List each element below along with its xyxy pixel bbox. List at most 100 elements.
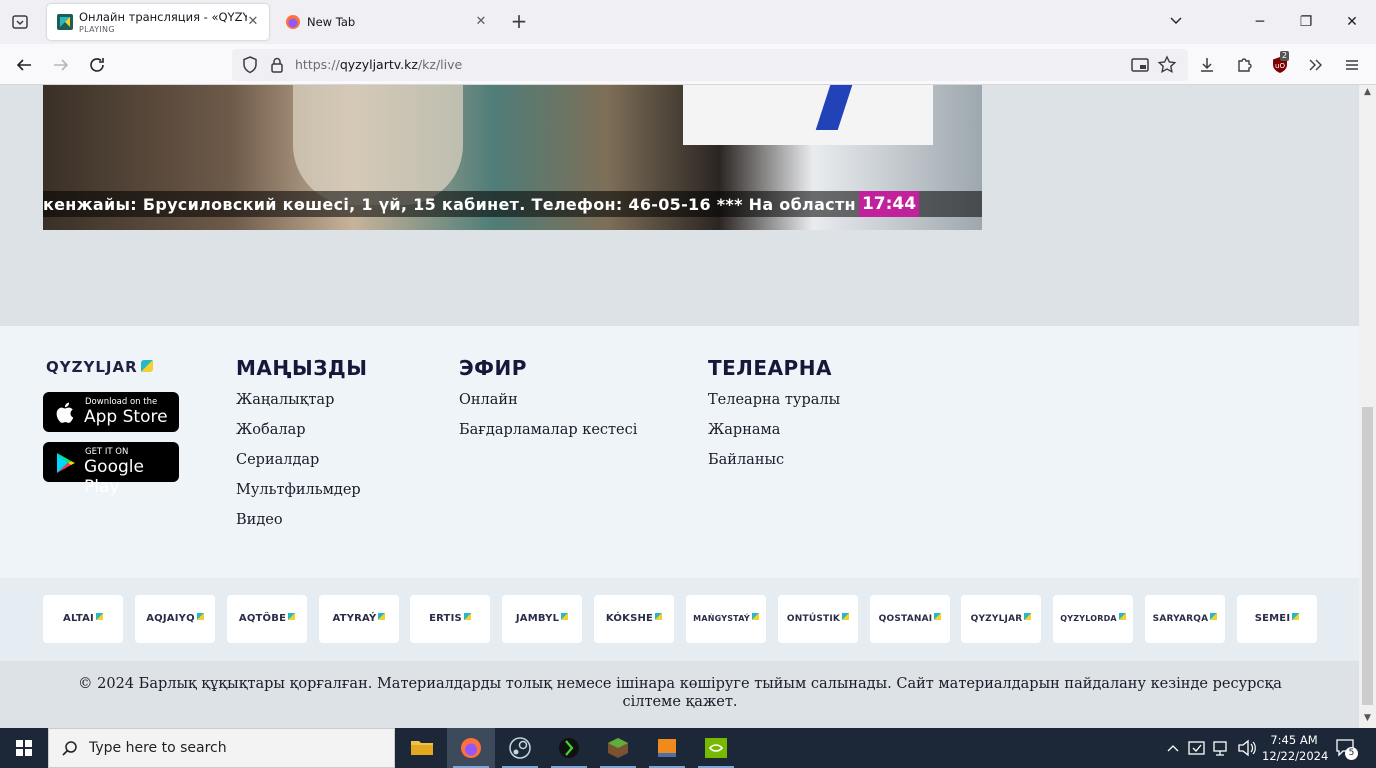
forward-arrow-icon[interactable] xyxy=(49,53,73,77)
taskbar-clock[interactable]: 7:45 AM 12/22/2024 xyxy=(1262,732,1329,764)
steam-icon[interactable] xyxy=(496,728,544,768)
hamburger-menu-icon[interactable] xyxy=(1340,53,1364,77)
channel-logo-aqjaiyq[interactable]: AQJAIYQ xyxy=(135,595,215,643)
channel-logo-kokshe[interactable]: KÓKSHE xyxy=(594,595,674,643)
extensions-puzzle-icon[interactable] xyxy=(1232,53,1256,77)
footer-column-title-broadcast: ЭФИР xyxy=(459,356,527,380)
picture-in-picture-icon[interactable] xyxy=(1128,53,1152,77)
orange-app-icon[interactable] xyxy=(643,728,691,768)
footer-link-series[interactable]: Сериалдар xyxy=(236,452,319,468)
qyzyljar-logo[interactable]: QYZYLJAR xyxy=(46,358,153,376)
bookmark-star-icon[interactable] xyxy=(1155,53,1179,77)
taskbar-search-box[interactable]: Type here to search xyxy=(48,728,395,768)
extension-badge: 2 xyxy=(1280,51,1290,61)
footer-link-online[interactable]: Онлайн xyxy=(459,392,518,408)
ublock-shield-icon[interactable]: uO 2 xyxy=(1268,51,1292,77)
footer-link-schedule[interactable]: Бағдарламалар кестесі xyxy=(459,422,637,438)
search-icon xyxy=(62,741,77,756)
svg-text:uO: uO xyxy=(1275,62,1285,70)
app-store-button[interactable]: Download on the App Store xyxy=(43,392,179,432)
notification-count-badge: 5 xyxy=(1345,747,1358,760)
logo-mark-icon xyxy=(140,360,153,372)
file-explorer-icon[interactable] xyxy=(398,728,446,768)
tab-title: New Tab xyxy=(307,15,356,29)
channel-logo-aqtobe[interactable]: AQTÖBE xyxy=(227,595,307,643)
channel-logo-jambyl[interactable]: JAMBYL xyxy=(502,595,582,643)
url-text: https://qyzyljartv.kz/kz/live xyxy=(295,57,463,72)
footer-link-contacts[interactable]: Байланыс xyxy=(708,452,784,468)
nvidia-icon[interactable] xyxy=(692,728,740,768)
google-play-small-text: GET IT ON xyxy=(85,447,129,457)
tab-live-stream[interactable]: Онлайн трансляция - «QYZYL PLAYING ✕ xyxy=(47,4,269,40)
notification-center-icon[interactable]: 5 xyxy=(1333,728,1359,768)
qyzyljar-favicon-icon xyxy=(57,14,73,30)
reload-icon[interactable] xyxy=(85,53,109,77)
news-ticker: кенжайы: Брусиловский көшесі, 1 үй, 15 к… xyxy=(43,191,982,217)
footer-column-title-channel: ТЕЛЕАРНА xyxy=(708,356,832,380)
channel-logo-ontustik[interactable]: ONTÚSTIK xyxy=(778,595,858,643)
scrollbar-thumb[interactable] xyxy=(1362,407,1373,705)
minecraft-icon[interactable] xyxy=(594,728,642,768)
channel-logo-saryarqa[interactable]: SARYARQA xyxy=(1145,595,1225,643)
google-play-icon xyxy=(57,453,75,473)
channel-logo-qyzyljar[interactable]: QYZYLJAR xyxy=(961,595,1041,643)
restore-icon[interactable]: ❐ xyxy=(1296,12,1316,32)
downloads-icon[interactable] xyxy=(1195,53,1219,77)
search-placeholder: Type here to search xyxy=(89,740,227,756)
footer-link-news[interactable]: Жаңалықтар xyxy=(236,392,334,408)
channel-logo-ertis[interactable]: ERTIS xyxy=(410,595,490,643)
footer-column-title-important: МАҢЫЗДЫ xyxy=(236,356,368,380)
volume-icon[interactable] xyxy=(1236,728,1258,768)
channel-logo-semei[interactable]: SEMEI xyxy=(1237,595,1317,643)
back-arrow-icon[interactable] xyxy=(12,53,36,77)
live-video-player[interactable]: кенжайы: Брусиловский көшесі, 1 үй, 15 к… xyxy=(43,85,982,230)
razer-app-icon[interactable] xyxy=(545,728,593,768)
channel-logo-atyray[interactable]: ATYRAÝ xyxy=(319,595,399,643)
scroll-up-arrow-icon[interactable]: ▲ xyxy=(1362,87,1373,98)
clock-date: 12/22/2024 xyxy=(1262,749,1329,763)
footer-link-cartoons[interactable]: Мультфильмдер xyxy=(236,482,361,498)
clock-time: 7:45 AM xyxy=(1270,733,1318,747)
regional-channels-strip: ALTAI AQJAIYQ AQTÖBE ATYRAÝ ERTIS JAMBYL… xyxy=(0,578,1359,661)
close-tab-icon[interactable]: ✕ xyxy=(245,14,261,30)
tray-app-icon[interactable] xyxy=(1186,728,1208,768)
footer-link-about[interactable]: Телеарна туралы xyxy=(708,392,840,408)
apple-icon xyxy=(56,402,74,423)
channel-logo-qostanai[interactable]: QOSTANAI xyxy=(870,595,950,643)
channel-logo-qyzylorda[interactable]: QYZYLORDA xyxy=(1053,595,1133,643)
windows-start-icon[interactable] xyxy=(0,728,48,768)
tab-title: Онлайн трансляция - «QYZYL xyxy=(79,10,247,24)
channel-logo-altai[interactable]: ALTAI xyxy=(43,595,123,643)
app-store-small-text: Download on the xyxy=(85,397,158,407)
footer-link-video[interactable]: Видео xyxy=(236,512,283,528)
tracking-protection-shield-icon[interactable] xyxy=(238,53,262,77)
channel-logo-mangystau[interactable]: MAŃGYSTAÝ xyxy=(686,595,766,643)
windows-taskbar: Type here to search 7:45 AM 12/22/2024 5 xyxy=(0,728,1376,768)
ticker-text: кенжайы: Брусиловский көшесі, 1 үй, 15 к… xyxy=(43,195,856,214)
broadcast-clock: 17:44 xyxy=(859,191,919,217)
list-all-tabs-chevron-icon[interactable] xyxy=(1166,12,1186,32)
tab-new-tab[interactable]: New Tab ✕ xyxy=(275,4,497,40)
close-tab-icon[interactable]: ✕ xyxy=(473,14,489,30)
site-footer: QYZYLJAR Download on the App Store GET I… xyxy=(0,326,1359,578)
google-play-big-text: Google Play xyxy=(84,457,144,497)
minimize-icon[interactable]: ─ xyxy=(1250,12,1270,32)
padlock-icon[interactable] xyxy=(265,53,289,77)
more-tools-chevrons-icon[interactable] xyxy=(1304,53,1328,77)
scroll-down-arrow-icon[interactable]: ▼ xyxy=(1362,713,1373,724)
app-store-big-text: App Store xyxy=(84,407,168,427)
tab-list-icon[interactable] xyxy=(8,10,32,34)
close-window-icon[interactable]: ✕ xyxy=(1342,12,1362,32)
google-play-button[interactable]: GET IT ON Google Play xyxy=(43,442,179,497)
footer-link-advertising[interactable]: Жарнама xyxy=(708,422,780,438)
show-hidden-icons-chevron-icon[interactable] xyxy=(1164,728,1182,768)
page-scrollbar[interactable]: ▲ ▼ xyxy=(1359,85,1376,728)
navigation-bar: https://qyzyljartv.kz/kz/live uO 2 xyxy=(0,44,1376,85)
new-tab-plus-icon[interactable]: + xyxy=(508,11,530,33)
firefox-taskbar-icon[interactable] xyxy=(447,728,495,768)
address-bar[interactable]: https://qyzyljartv.kz/kz/live xyxy=(232,49,1188,81)
network-icon[interactable] xyxy=(1211,728,1233,768)
footer-link-projects[interactable]: Жобалар xyxy=(236,422,306,438)
tab-bar: Онлайн трансляция - «QYZYL PLAYING ✕ New… xyxy=(0,0,1376,44)
video-frame-figure xyxy=(683,85,933,145)
